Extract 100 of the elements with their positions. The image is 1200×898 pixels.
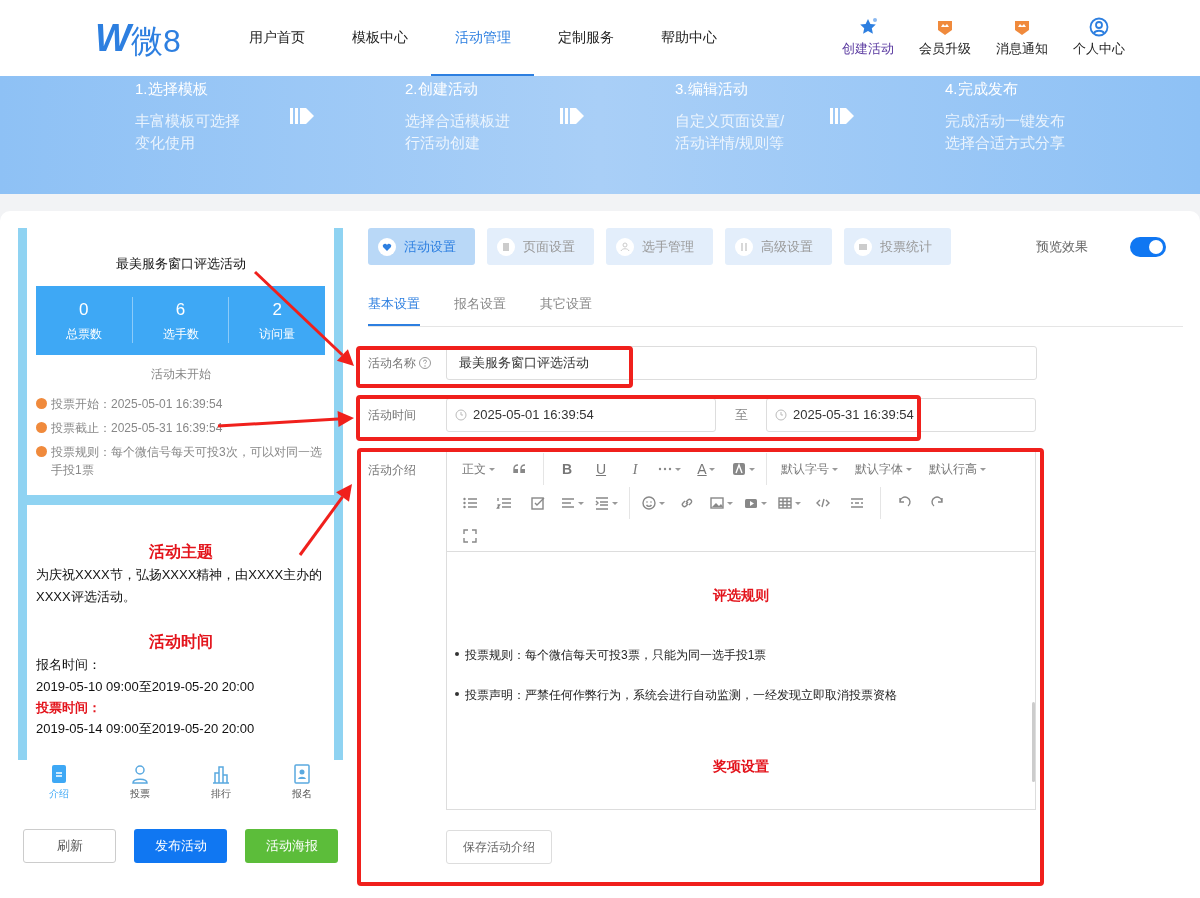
user-icon bbox=[129, 764, 150, 784]
tab-bar-item[interactable]: 投票 bbox=[99, 760, 181, 804]
toolbar-dropdown[interactable]: 默认行高 bbox=[921, 454, 993, 484]
numbered-list-icon bbox=[496, 495, 512, 511]
step-description: 选择合适模板进 bbox=[405, 111, 511, 131]
toolbar-dropdown[interactable]: 默认字号 bbox=[773, 454, 845, 484]
step-title: 4.完成发布 bbox=[945, 79, 1019, 99]
user-icon bbox=[1089, 17, 1109, 38]
toolbar-dropdown[interactable]: 默认字体 bbox=[845, 454, 921, 484]
info-text: 投票规则：每个微信号每天可投3次，可以对同一选手投1票 bbox=[51, 443, 323, 479]
preview-label: 预览效果 bbox=[1036, 237, 1088, 256]
highlight-icon bbox=[731, 461, 747, 477]
toolbar-button[interactable]: U bbox=[584, 454, 618, 484]
toolbar-button[interactable]: A bbox=[686, 454, 726, 484]
stat-label: 总票数 bbox=[65, 325, 102, 343]
tab-bar-item[interactable]: 介绍 bbox=[18, 760, 100, 804]
caret-icon bbox=[727, 501, 733, 505]
caret-icon bbox=[488, 467, 495, 471]
clock-icon bbox=[775, 409, 787, 421]
activity-title: 最美服务窗口评选活动 bbox=[114, 255, 247, 273]
caret-icon bbox=[831, 467, 838, 471]
content-heading: 活动时间 bbox=[147, 632, 214, 652]
image-icon bbox=[709, 495, 725, 511]
bar-chart-icon bbox=[211, 764, 232, 784]
header-action[interactable]: 个人中心 bbox=[1063, 17, 1135, 59]
sub-tab[interactable]: 基本设置 bbox=[368, 283, 420, 326]
settings-tab[interactable]: 页面设置 bbox=[487, 228, 594, 265]
info-text: 投票截止：2025-05-31 16:39:54 bbox=[51, 419, 223, 437]
content-heading: 活动主题 bbox=[147, 542, 214, 562]
indent-icon bbox=[594, 495, 610, 511]
nav-link[interactable]: 帮助中心 bbox=[637, 0, 740, 76]
header-action[interactable]: 会员升级 bbox=[909, 17, 981, 59]
stat-value: 2 bbox=[272, 299, 282, 322]
align-icon bbox=[560, 495, 576, 511]
preview-toggle[interactable] bbox=[1130, 236, 1166, 257]
table-icon bbox=[777, 495, 793, 511]
range-separator: 至 bbox=[733, 406, 749, 425]
caret-icon bbox=[612, 501, 618, 505]
sub-tab[interactable]: 报名设置 bbox=[454, 283, 506, 326]
toolbar-button[interactable]: B bbox=[550, 454, 584, 484]
caret-icon bbox=[749, 467, 755, 471]
sub-tab[interactable]: 其它设置 bbox=[540, 283, 592, 326]
content-text: 2019-05-10 09:00至2019-05-20 20:00 bbox=[36, 678, 256, 696]
editor-heading: 奖项设置 bbox=[712, 757, 770, 776]
header-action[interactable]: 消息通知 bbox=[986, 17, 1058, 59]
table-icon bbox=[854, 237, 872, 256]
date-input[interactable]: 2025-05-01 16:39:54 bbox=[446, 398, 716, 432]
step-title: 2.创建活动 bbox=[405, 79, 479, 99]
step-description: 选择合适方式分享 bbox=[945, 133, 1066, 153]
caret-icon bbox=[708, 467, 715, 471]
nav-link[interactable]: 定制服务 bbox=[534, 0, 637, 76]
nav-link[interactable]: 用户首页 bbox=[225, 0, 328, 76]
name-input[interactable]: 最美服务窗口评选活动 bbox=[446, 346, 1037, 380]
help-icon bbox=[419, 357, 431, 369]
action-button[interactable]: 发布活动 bbox=[134, 829, 227, 863]
fullscreen-icon bbox=[462, 527, 478, 544]
toolbar-dropdown[interactable]: 正文 bbox=[453, 454, 503, 484]
step-description: 完成活动一键发布 bbox=[945, 111, 1066, 131]
editor-heading: 评选规则 bbox=[711, 586, 770, 605]
settings-tab[interactable]: 投票统计 bbox=[844, 228, 951, 265]
tab-bar-item[interactable]: 排行 bbox=[180, 760, 262, 804]
stat-value: 0 bbox=[79, 299, 89, 322]
step-description: 活动详情/规则等 bbox=[675, 133, 786, 153]
step-description: 自定义页面设置/ bbox=[675, 111, 786, 131]
info-dot-icon bbox=[36, 421, 47, 433]
toolbar-button[interactable]: I bbox=[618, 454, 652, 484]
caret-icon bbox=[795, 501, 801, 505]
content-text: 为庆祝XXXX节，弘扬XXXX精神，由XXXX主办的XXXX评选活动。 bbox=[36, 566, 324, 606]
info-text: 投票开始：2025-05-01 16:39:54 bbox=[51, 395, 223, 413]
header-action[interactable]: 创建活动 bbox=[832, 17, 904, 59]
id-card-icon bbox=[292, 764, 313, 784]
user-icon bbox=[616, 237, 634, 256]
nav-link[interactable]: 模板中心 bbox=[328, 0, 431, 76]
step-title: 3.编辑活动 bbox=[675, 79, 749, 99]
save-button[interactable]: 保存活动介绍 bbox=[446, 830, 552, 864]
page-icon bbox=[497, 237, 515, 256]
caret-icon bbox=[905, 467, 912, 471]
settings-tab[interactable]: 选手管理 bbox=[606, 228, 713, 265]
stat-label: 选手数 bbox=[162, 325, 199, 343]
step-description: 行活动创建 bbox=[405, 133, 481, 153]
clock-icon bbox=[455, 409, 467, 421]
action-button[interactable]: 刷新 bbox=[23, 829, 116, 863]
settings-tab[interactable]: 活动设置 bbox=[368, 228, 475, 265]
divider-icon bbox=[849, 495, 865, 511]
step-description: 丰富模板可选择 bbox=[135, 111, 241, 131]
checkbox-icon bbox=[530, 495, 546, 511]
caret-icon bbox=[659, 501, 665, 505]
settings-tab[interactable]: 高级设置 bbox=[725, 228, 832, 265]
annotation-arrow bbox=[298, 484, 352, 556]
content-text: 2019-05-14 09:00至2019-05-20 20:00 bbox=[36, 720, 256, 738]
rich-text-editor[interactable]: 正文 B U I A 默认字号 默认字体 默认行高 评选规则 投票规则：每个微信每天可投3票，只能为同一选手投1票 投票声明：严禁任何作弊行为，系统会进行自动监测，一经发现立即取消投票资格 奖项设置 bbox=[446, 449, 1036, 810]
bullet-list-icon bbox=[462, 495, 478, 511]
form-label: 活动介绍 bbox=[368, 463, 416, 477]
bullet-icon bbox=[455, 652, 459, 656]
content-text: 报名时间： bbox=[36, 656, 102, 674]
date-input[interactable]: 2025-05-31 16:39:54 bbox=[766, 398, 1036, 432]
tab-bar-item[interactable]: 报名 bbox=[261, 760, 343, 804]
info-dot-icon bbox=[36, 397, 47, 409]
stat-value: 6 bbox=[175, 299, 186, 322]
caret-icon bbox=[578, 501, 584, 505]
